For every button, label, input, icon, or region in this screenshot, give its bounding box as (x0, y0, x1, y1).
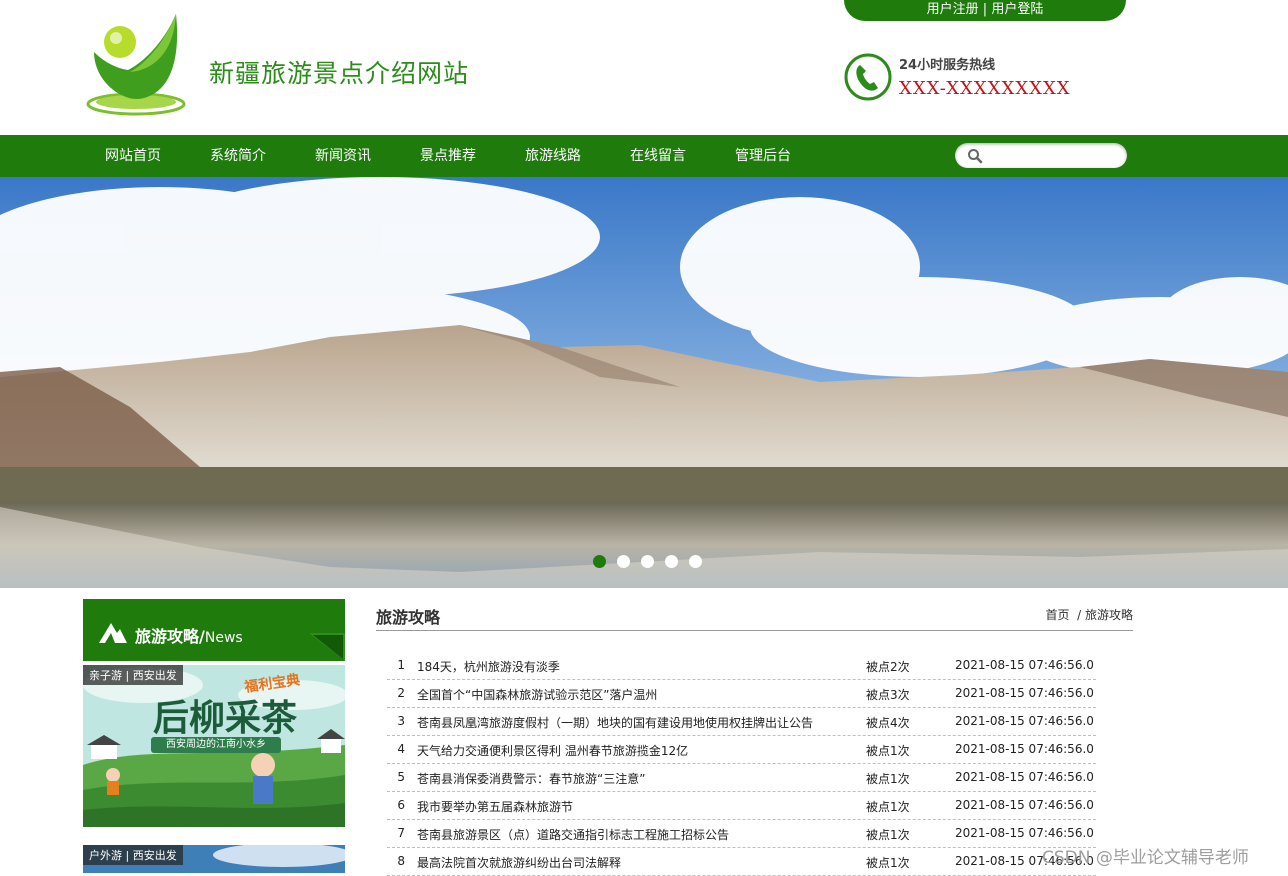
table-row: 7 苍南县旅游景区（点）道路交通指引标志工程施工招标公告 被点1次 2021-0… (387, 820, 1096, 848)
table-row: 3 苍南县凤凰湾旅游度假村（一期）地块的国有建设用地使用权挂牌出让公告 被点4次… (387, 708, 1096, 736)
publish-time: 2021-08-15 07:46:56.0 (955, 770, 1094, 784)
publish-time: 2021-08-15 07:46:56.0 (955, 658, 1094, 672)
table-row: 1 184天，杭州旅游没有淡季 被点2次 2021-08-15 07:46:56… (387, 652, 1096, 680)
search-icon[interactable] (967, 148, 983, 164)
table-row: 5 苍南县消保委消费警示：春节旅游“三注意” 被点1次 2021-08-15 0… (387, 764, 1096, 792)
row-number: 3 (397, 714, 405, 728)
main-nav: 网站首页 系统简介 新闻资讯 景点推荐 旅游线路 在线留言 管理后台 (0, 135, 1288, 177)
site-logo[interactable] (84, 12, 188, 118)
hero-banner (0, 177, 1288, 588)
slider-dot-2[interactable] (617, 555, 630, 568)
user-links-tab: 用户注册 | 用户登陆 (844, 0, 1126, 21)
phone-icon (844, 53, 892, 101)
watermark: CSDN @毕业论文辅导老师 (1042, 848, 1249, 868)
promo-tag-outdoor: 户外游 | 西安出发 (83, 845, 183, 865)
promo-headline-tea: 后柳采茶 (153, 697, 298, 739)
banner-landscape-image (0, 177, 1288, 588)
article-title-link[interactable]: 最高法院首次就旅游纠纷出台司法解释 (417, 854, 621, 871)
row-number: 4 (397, 742, 405, 756)
section-title: 旅游攻略 (376, 608, 441, 627)
article-list: 1 184天，杭州旅游没有淡季 被点2次 2021-08-15 07:46:56… (387, 652, 1096, 876)
site-title: 新疆旅游景点介绍网站 (209, 59, 470, 88)
breadcrumb-current: 旅游攻略 (1084, 608, 1133, 622)
slider-dot-5[interactable] (689, 555, 702, 568)
article-title-link[interactable]: 184天，杭州旅游没有淡季 (417, 658, 560, 675)
table-row: 4 天气给力交通便利景区得利 温州春节旅游揽金12亿 被点1次 2021-08-… (387, 736, 1096, 764)
view-count: 被点2次 (866, 660, 910, 674)
nav-item-home[interactable]: 网站首页 (105, 135, 161, 177)
article-title-link[interactable]: 我市要举办第五届森林旅游节 (417, 798, 573, 815)
sidebar-title-en: News (204, 630, 243, 646)
search-input[interactable] (987, 146, 1121, 166)
corner-decoration (309, 633, 345, 661)
hotline-number: XXX-XXXXXXXXX (899, 78, 1071, 99)
mountain-icon (99, 623, 127, 643)
publish-time: 2021-08-15 07:46:56.0 (955, 742, 1094, 756)
nav-item-attractions[interactable]: 景点推荐 (420, 135, 476, 177)
promo-tag-tea: 亲子游 | 西安出发 (83, 665, 183, 685)
register-link[interactable]: 用户注册 (927, 2, 979, 17)
sidebar-title-cn: 旅游攻略/ (135, 627, 205, 646)
view-count: 被点3次 (866, 688, 910, 702)
article-title-link[interactable]: 苍南县旅游景区（点）道路交通指引标志工程施工招标公告 (417, 826, 729, 843)
breadcrumb-home[interactable]: 首页 (1045, 608, 1069, 622)
publish-time: 2021-08-15 07:46:56.0 (955, 686, 1094, 700)
view-count: 被点1次 (866, 828, 910, 842)
nav-item-news[interactable]: 新闻资讯 (315, 135, 371, 177)
publish-time: 2021-08-15 07:46:56.0 (955, 714, 1094, 728)
publish-time: 2021-08-15 07:46:56.0 (955, 798, 1094, 812)
article-title-link[interactable]: 全国首个“中国森林旅游试验示范区”落户温州 (417, 686, 657, 703)
row-number: 8 (397, 854, 405, 868)
publish-time: 2021-08-15 07:46:56.0 (955, 826, 1094, 840)
table-row: 6 我市要举办第五届森林旅游节 被点1次 2021-08-15 07:46:56… (387, 792, 1096, 820)
view-count: 被点1次 (866, 744, 910, 758)
view-count: 被点1次 (866, 856, 910, 870)
row-number: 2 (397, 686, 405, 700)
slider-dot-3[interactable] (641, 555, 654, 568)
login-link[interactable]: 用户登陆 (991, 2, 1043, 17)
main-section-header: 旅游攻略 首页 / 旅游攻略 (376, 600, 1133, 631)
table-row: 8 最高法院首次就旅游纠纷出台司法解释 被点1次 2021-08-15 07:4… (387, 848, 1096, 876)
article-title-link[interactable]: 苍南县消保委消费警示：春节旅游“三注意” (417, 770, 645, 787)
view-count: 被点1次 (866, 772, 910, 786)
nav-item-about[interactable]: 系统简介 (210, 135, 266, 177)
breadcrumb-separator: / (1077, 608, 1082, 622)
search-box (955, 143, 1127, 168)
row-number: 5 (397, 770, 405, 784)
nav-item-admin[interactable]: 管理后台 (735, 135, 791, 177)
article-title-link[interactable]: 苍南县凤凰湾旅游度假村（一期）地块的国有建设用地使用权挂牌出让公告 (417, 714, 813, 731)
table-row: 2 全国首个“中国森林旅游试验示范区”落户温州 被点3次 2021-08-15 … (387, 680, 1096, 708)
row-number: 7 (397, 826, 405, 840)
article-title-link[interactable]: 天气给力交通便利景区得利 温州春节旅游揽金12亿 (417, 742, 688, 759)
promo-subline-tea: 西安周边的江南小水乡 (151, 737, 281, 753)
breadcrumb: 首页 / 旅游攻略 (1045, 606, 1133, 623)
slider-dot-4[interactable] (665, 555, 678, 568)
nav-item-routes[interactable]: 旅游线路 (525, 135, 581, 177)
sidebar-header: 旅游攻略/News (83, 599, 345, 661)
row-number: 6 (397, 798, 405, 812)
nav-item-messages[interactable]: 在线留言 (630, 135, 686, 177)
view-count: 被点1次 (866, 800, 910, 814)
hotline-label: 24小时服务热线 (899, 58, 996, 73)
view-count: 被点4次 (866, 716, 910, 730)
promo-card-tea[interactable]: 亲子游 | 西安出发 福利宝典 后柳采茶 西安周边的江南小水乡 (83, 665, 345, 827)
user-links-separator: | (982, 2, 988, 17)
promo-card-outdoor[interactable]: 户外游 | 西安出发 (83, 845, 345, 873)
slider-dot-1[interactable] (593, 555, 606, 568)
row-number: 1 (397, 658, 405, 672)
sidebar-title: 旅游攻略/News (135, 623, 243, 647)
